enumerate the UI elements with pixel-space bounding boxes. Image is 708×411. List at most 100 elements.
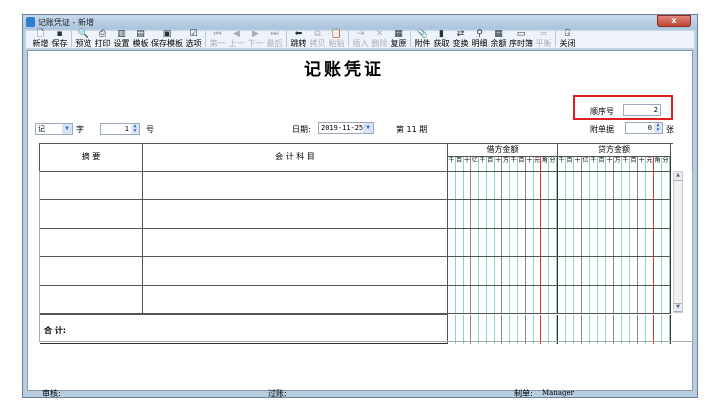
print-button[interactable]: ⎙ 打印 [94, 30, 111, 49]
digit-label: 元 [534, 157, 542, 171]
toolbar-label: 拷贝 [309, 39, 326, 48]
toolbar-label: 粘贴 [328, 39, 345, 48]
table-scrollbar[interactable]: ▲ ▼ [673, 171, 683, 313]
remarks-border [39, 341, 693, 342]
toolbar-label: 下一 [247, 39, 264, 48]
window-title: 记账凭证 - 新增 [38, 17, 94, 27]
remarks-border-right [692, 171, 693, 342]
binoculars-button[interactable]: ⚲ 明细 [471, 30, 488, 49]
first-icon: ⏮ [213, 29, 222, 39]
digit-label: 千 [448, 157, 456, 171]
delete-icon: ✕ [375, 29, 384, 39]
entry-account-cell[interactable] [143, 257, 448, 286]
digit-label: 角 [654, 157, 662, 171]
toolbar-label: 预览 [75, 39, 92, 48]
calendar-dropdown-icon[interactable]: ▼ [363, 123, 373, 133]
journal-icon: ▭ [516, 29, 526, 39]
toolbar-label: 关闭 [559, 39, 576, 48]
spinner-icon[interactable]: ▲ ▼ [654, 123, 662, 133]
last-button[interactable]: ⏭ 最后 [266, 30, 283, 49]
spinner-icon[interactable]: ▲ ▼ [131, 124, 139, 134]
entry-account-cell[interactable] [143, 285, 448, 314]
toolbar-label: 选项 [185, 39, 202, 48]
swap-button[interactable]: ⇄ 变换 [452, 30, 469, 49]
settings-button[interactable]: ▥ 设置 [113, 30, 130, 49]
toolbar-label: 余额 [490, 39, 507, 48]
debit-amount-grid[interactable] [448, 172, 558, 314]
preview-icon: 🔍 [77, 29, 90, 39]
date-picker[interactable]: 2019-11-25 ▼ [318, 122, 374, 134]
digit-label: 百 [518, 157, 526, 171]
restore-button[interactable]: ▦ 复原 [390, 30, 407, 49]
preview-button[interactable]: 🔍 预览 [75, 29, 92, 49]
entry-summary-cell[interactable] [40, 172, 143, 201]
credit-amount-grid[interactable] [558, 172, 671, 314]
voucher-type-select[interactable]: 记 ▼ [35, 123, 73, 135]
balance-button[interactable]: ▦ 余额 [490, 29, 507, 49]
save-button[interactable]: ▪ 保存 [51, 29, 68, 49]
entry-account-cell[interactable] [143, 172, 448, 201]
new-button[interactable]: 🗋 新增 [32, 30, 49, 49]
journal-button[interactable]: ▭ 序时簿 [509, 29, 533, 49]
entry-summary-cell[interactable] [40, 200, 143, 229]
digit-label: 百 [566, 157, 574, 171]
credit-amount-grid[interactable] [558, 315, 671, 344]
entry-account-cell[interactable] [143, 228, 448, 258]
scroll-down-icon[interactable]: ▼ [674, 303, 682, 312]
copy-button[interactable]: ⧉ 拷贝 [309, 30, 326, 49]
scroll-up-icon[interactable]: ▲ [674, 172, 682, 181]
exit-button[interactable]: ⍈ 关闭 [559, 29, 576, 49]
delete-button[interactable]: ✕ 删除 [371, 29, 388, 49]
save-template-icon: ▣ [162, 29, 172, 39]
entry-account-cell[interactable] [143, 200, 448, 229]
digit-label: 万 [614, 157, 622, 171]
credit-digit-header: 千百十亿千百十万千百十元角分 [558, 157, 671, 172]
template-icon: ▤ [136, 29, 145, 39]
next-button[interactable]: ▶ 下一 [247, 30, 264, 49]
first-button[interactable]: ⏮ 第一 [209, 29, 226, 49]
debit-amount-grid[interactable] [448, 315, 558, 344]
voucher-number-stepper[interactable]: 1 ▲ ▼ [100, 123, 140, 135]
close-button[interactable]: x [657, 15, 691, 27]
digit-label: 角 [541, 157, 550, 171]
paste-button[interactable]: 📋 粘贴 [328, 30, 345, 49]
maker-label: 制单: [514, 389, 533, 398]
row-divider [448, 227, 671, 229]
template-button[interactable]: ▤ 模板 [132, 29, 149, 49]
digit-label: 十 [638, 157, 646, 171]
save-template-button[interactable]: ▣ 保存模板 [151, 29, 183, 49]
entry-summary-cell[interactable] [40, 285, 143, 314]
exit-icon: ⍈ [564, 29, 571, 39]
header-credit: 贷方金额 [558, 144, 671, 157]
jump-button[interactable]: ⬅ 跳转 [290, 30, 307, 49]
digit-label: 十 [606, 157, 614, 171]
header-debit: 借方金额 [448, 144, 558, 157]
attachment-button[interactable]: 📎 附件 [414, 30, 431, 49]
toolbar: 🗋 新增 ▪ 保存 🔍 预览 ⎙ 打印 ▥ 设置 ▤ 模板 ▣ 保存模板 ☑ 选项 ⏮ 第一 ◀ 上一 ▶ 下一 ⏭ 最后 ⬅ 跳… [25, 30, 695, 49]
digit-label: 亿 [471, 157, 480, 171]
attachments-stepper[interactable]: 0 ▲ ▼ [625, 122, 663, 134]
digit-label: 千 [558, 157, 566, 171]
fetch-button[interactable]: ▮ 获取 [433, 30, 450, 49]
title-bar: 记账凭证 - 新增 x [23, 15, 697, 29]
seq-field[interactable]: 2 [623, 104, 661, 116]
period-label: 第 11 期 [396, 125, 428, 134]
voucher-title: 记账凭证 [304, 60, 384, 80]
entry-summary-cell[interactable] [40, 228, 143, 258]
header-summary: 摘 要 [40, 144, 143, 172]
insert-button[interactable]: ⇥ 插入 [352, 30, 369, 49]
post-label: 过账: [268, 389, 287, 398]
chevron-down-icon[interactable]: ▼ [62, 124, 72, 134]
entry-summary-cell[interactable] [40, 257, 143, 286]
balance-icon: ▦ [494, 29, 503, 39]
equal-button[interactable]: = 平衡 [535, 29, 552, 49]
options-button[interactable]: ☑ 选项 [185, 30, 202, 49]
app-icon [26, 17, 35, 27]
equal-icon: = [539, 29, 548, 39]
debit-digit-header: 千百十亿千百十万千百十元角分 [448, 157, 558, 172]
save-icon: ▪ [56, 29, 63, 39]
voucher-form: 记账凭证 顺序号 2 记 ▼ 字 1 ▲ ▼ 号 日期: 2019-11-25 ▼ 第 … [27, 50, 693, 398]
digit-label: 千 [510, 157, 519, 171]
prev-button[interactable]: ◀ 上一 [228, 30, 245, 49]
digit-label: 十 [495, 157, 503, 171]
